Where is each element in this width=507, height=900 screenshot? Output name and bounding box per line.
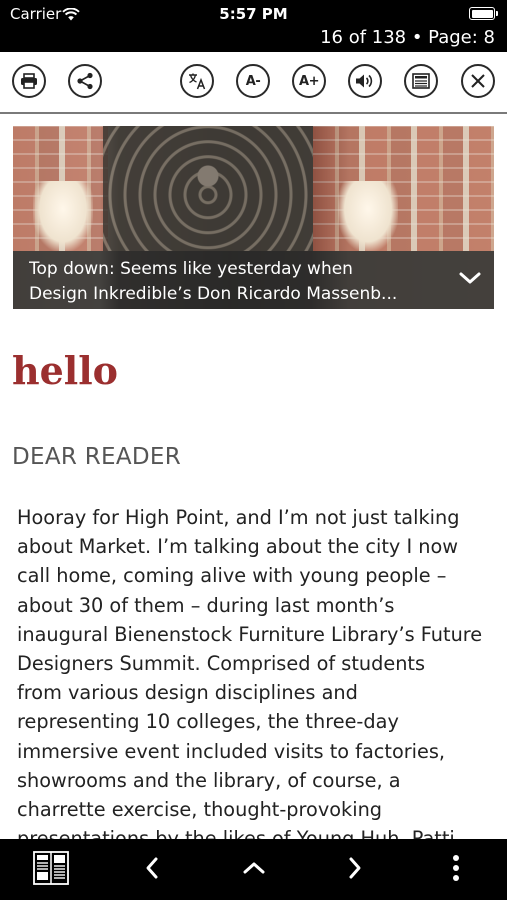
body-line: from various design disciplines and <box>17 681 358 705</box>
share-icon <box>76 72 94 90</box>
previous-button[interactable] <box>134 852 170 888</box>
previous-icon <box>144 856 160 884</box>
article-view-icon <box>412 73 430 89</box>
body-line: presentations by the likes of Young Huh,… <box>17 827 455 839</box>
more-button[interactable] <box>438 852 474 888</box>
image-caption[interactable]: Top down: Seems like yesterday when Desi… <box>13 251 494 309</box>
next-button[interactable] <box>337 852 373 888</box>
share-button[interactable] <box>68 64 102 98</box>
article-view-button[interactable] <box>404 64 438 98</box>
bottom-navigation-bar <box>0 839 507 900</box>
up-button[interactable] <box>236 852 272 888</box>
caption-line-1: Top down: Seems like yesterday when <box>29 259 353 279</box>
body-line: immersive event included visits to facto… <box>17 739 446 763</box>
speaker-icon <box>355 73 375 89</box>
next-icon <box>347 856 363 884</box>
font-increase-icon: A+ <box>299 73 319 89</box>
body-line: about 30 of them – during last month’s <box>17 593 395 617</box>
translate-button[interactable] <box>180 64 214 98</box>
close-icon <box>470 73 486 89</box>
font-decrease-button[interactable]: A- <box>236 64 270 98</box>
body-line: Hooray for High Point, and I’m not just … <box>17 506 460 529</box>
reader-toolbar: A- A+ <box>0 52 507 114</box>
section-label: DEAR READER <box>12 444 182 470</box>
page-indicator: 16 of 138 • Page: 8 <box>320 27 495 48</box>
page-thumbnails-icon <box>33 851 69 889</box>
body-line: showrooms and the library, of course, a <box>17 768 401 792</box>
article-hero-image[interactable]: Top down: Seems like yesterday when Desi… <box>13 126 494 309</box>
article-headline: hello <box>12 348 119 393</box>
up-icon <box>242 860 266 880</box>
chevron-down-icon[interactable] <box>458 269 482 294</box>
body-line: inaugural Bienenstock Furniture Library’… <box>17 622 483 646</box>
print-button[interactable] <box>12 64 46 98</box>
article-body: Hooray for High Point, and I’m not just … <box>17 503 497 839</box>
speaker-button[interactable] <box>348 64 382 98</box>
body-line: Designers Summit. Comprised of students <box>17 652 426 676</box>
page-thumbnails-button[interactable] <box>33 851 69 889</box>
status-time: 5:57 PM <box>219 5 288 23</box>
print-icon <box>20 73 38 89</box>
battery-icon <box>469 7 498 20</box>
translate-icon <box>187 72 207 90</box>
body-line: representing 10 colleges, the three-day <box>17 710 399 734</box>
body-line: charrette exercise, thought-provoking <box>17 798 383 822</box>
font-increase-button[interactable]: A+ <box>292 64 326 98</box>
body-line: call home, coming alive with young peopl… <box>17 564 447 588</box>
caption-line-2: Design Inkredible’s Don Ricardo Massenb.… <box>29 284 398 304</box>
body-line: about Market. I’m talking about the city… <box>17 535 459 559</box>
hero-photo-gate <box>103 126 313 251</box>
close-button[interactable] <box>461 64 495 98</box>
status-bar: Carrier 5:57 PM 16 of 138 • Page: 8 <box>0 0 507 52</box>
more-icon <box>452 854 460 886</box>
font-decrease-icon: A- <box>245 73 261 89</box>
